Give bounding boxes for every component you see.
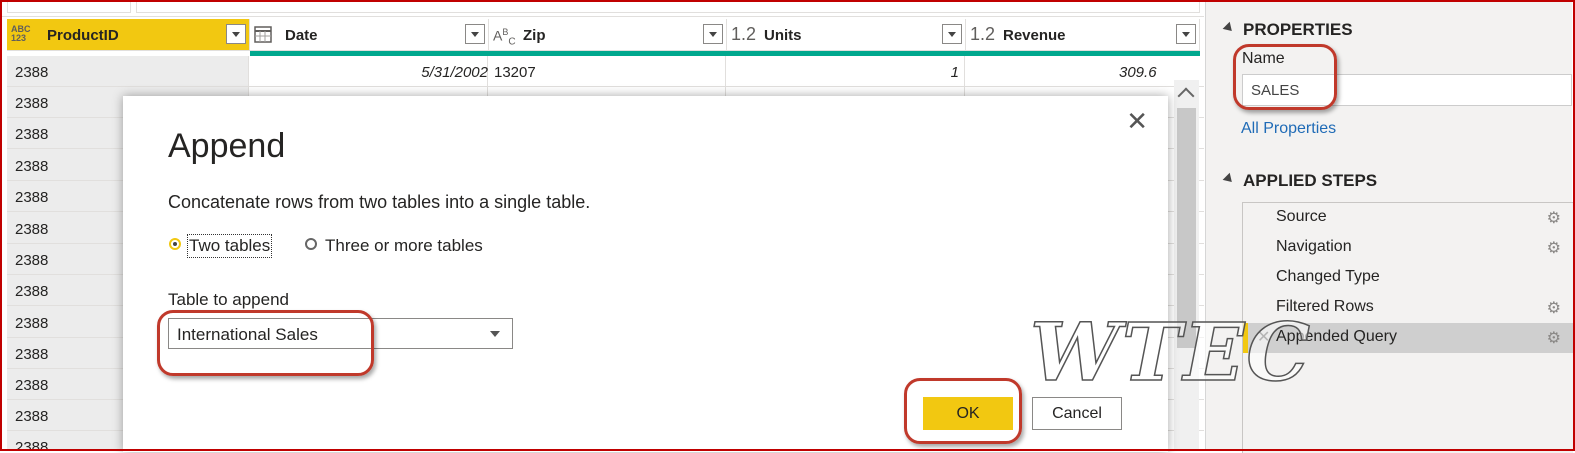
column-header-date[interactable]: Date — [250, 19, 489, 51]
formula-box-left[interactable] — [7, 2, 131, 13]
column-name: Units — [764, 27, 802, 44]
table-to-append-label: Table to append — [168, 290, 289, 309]
highlight-table-select — [157, 310, 374, 376]
type-decimal-icon: 1.2 — [731, 24, 757, 44]
step-source[interactable]: Source ⚙ — [1243, 203, 1573, 233]
column-name: Revenue — [1003, 27, 1066, 44]
cell-revenue: 309.6 — [1119, 64, 1157, 81]
formula-bar — [2, 2, 1204, 17]
type-abc123-icon: ABC 123 — [11, 24, 31, 43]
cell-productid: 2388 — [15, 439, 49, 449]
type-decimal-icon: 1.2 — [970, 24, 996, 44]
applied-steps-heading[interactable]: APPLIED STEPS — [1222, 171, 1377, 191]
column-header-revenue[interactable]: 1.2 Revenue — [966, 19, 1200, 51]
gear-icon[interactable]: ⚙ — [1547, 208, 1561, 228]
column-header-units[interactable]: 1.2 Units — [727, 19, 966, 51]
column-filter-dropdown[interactable] — [1176, 24, 1196, 44]
column-filter-dropdown[interactable] — [465, 24, 485, 44]
cell-productid: 2388 — [15, 346, 49, 363]
cancel-button[interactable]: Cancel — [1032, 397, 1122, 430]
cell-productid: 2388 — [15, 283, 49, 300]
cell-units: 1 — [950, 64, 959, 81]
column-filter-dropdown[interactable] — [703, 24, 723, 44]
radio-unselected-icon[interactable] — [305, 238, 317, 250]
cell-productid: 2388 — [15, 126, 49, 143]
gear-icon[interactable]: ⚙ — [1547, 328, 1561, 348]
dialog-title: Append — [168, 127, 286, 165]
highlight-name-field — [1233, 44, 1337, 110]
scroll-up-icon[interactable] — [1177, 87, 1195, 105]
cell-productid: 2388 — [15, 315, 49, 332]
step-changed-type[interactable]: Changed Type — [1243, 263, 1573, 293]
close-icon[interactable]: ✕ — [1126, 108, 1148, 134]
calendar-icon — [254, 26, 272, 43]
radio-selected-icon[interactable] — [169, 238, 181, 250]
dialog-description: Concatenate rows from two tables into a … — [168, 192, 591, 212]
cell-productid: 2388 — [15, 64, 49, 81]
all-properties-link[interactable]: All Properties — [1241, 120, 1336, 138]
collapse-triangle-icon[interactable] — [1222, 21, 1236, 35]
cell-productid: 2388 — [15, 377, 49, 394]
collapse-triangle-icon[interactable] — [1222, 172, 1236, 186]
cell-productid: 2388 — [15, 408, 49, 425]
highlight-ok-button — [904, 378, 1022, 444]
chevron-down-icon[interactable] — [490, 331, 500, 337]
column-header-productid[interactable]: ABC 123 ProductID — [7, 19, 250, 51]
column-filter-dropdown[interactable] — [226, 24, 246, 44]
cell-productid: 2388 — [15, 189, 49, 206]
cell-productid: 2388 — [15, 221, 49, 238]
gear-icon[interactable]: ⚙ — [1547, 298, 1561, 318]
watermark: WTEC — [1029, 305, 1313, 399]
cell-productid: 2388 — [15, 95, 49, 112]
cell-date: 5/31/2002 — [421, 64, 488, 81]
type-abc-icon: ABC — [493, 27, 516, 48]
cell-productid: 2388 — [15, 252, 49, 269]
cell-productid: 2388 — [15, 158, 49, 175]
column-name: Zip — [523, 27, 546, 44]
column-name: ProductID — [47, 27, 119, 44]
table-row[interactable]: 2388 5/31/2002 13207 1 309.6 — [7, 56, 1204, 87]
cell-zip: 13207 — [494, 64, 536, 81]
step-navigation[interactable]: Navigation ⚙ — [1243, 233, 1573, 263]
properties-heading[interactable]: PROPERTIES — [1222, 20, 1353, 40]
gear-icon[interactable]: ⚙ — [1547, 238, 1561, 258]
column-filter-dropdown[interactable] — [942, 24, 962, 44]
column-name: Date — [285, 27, 318, 44]
column-header-zip[interactable]: ABC Zip — [489, 19, 727, 51]
formula-input[interactable] — [136, 2, 1200, 13]
